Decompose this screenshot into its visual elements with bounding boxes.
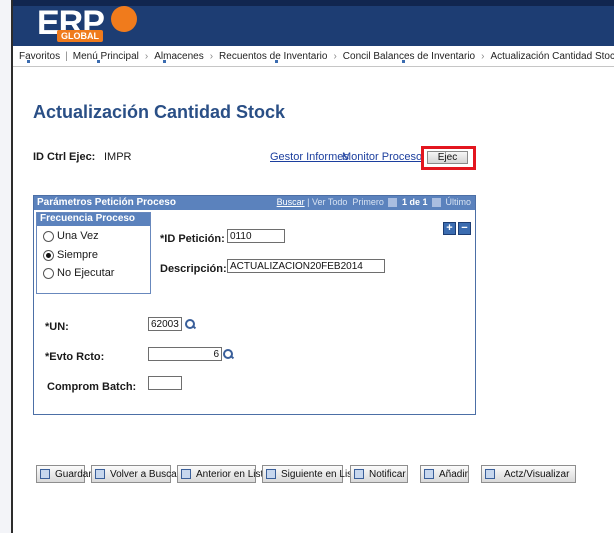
breadcrumb: Favoritos | Menú Principal › Almacenes › Recue… xyxy=(13,46,614,67)
last-arrow-icon[interactable] xyxy=(431,198,441,208)
radio-siempre[interactable] xyxy=(43,250,54,261)
save-icon xyxy=(40,469,50,479)
process-monitor-link[interactable]: Monitor Procesos xyxy=(342,151,428,163)
run-button[interactable]: Ejec xyxy=(427,151,468,164)
arrow-up-icon xyxy=(181,469,191,479)
globe-icon xyxy=(111,6,137,32)
find-link[interactable]: Buscar xyxy=(277,197,305,207)
request-id-label: *ID Petición: xyxy=(160,233,225,245)
breadcrumb-current: Actualización Cantidad Stock xyxy=(490,51,614,62)
breadcrumb-recuentos[interactable]: Recuentos de Inventario xyxy=(219,51,327,62)
radio-una-vez[interactable] xyxy=(43,231,54,242)
first-arrow-icon[interactable] xyxy=(388,198,398,208)
search-icon[interactable] xyxy=(223,349,235,360)
view-all-link[interactable]: Ver Todo xyxy=(312,197,347,207)
page-title: Actualización Cantidad Stock xyxy=(33,102,286,122)
radio-label-no-ejecutar: No Ejecutar xyxy=(57,267,115,279)
last-link[interactable]: Último xyxy=(445,197,471,207)
breadcrumb-favoritos[interactable]: Favoritos xyxy=(19,51,60,62)
next-in-list-button[interactable]: Siguiente en Lista xyxy=(262,465,361,483)
frequency-group: Frecuencia Proceso Una Vez Siempre No Ej… xyxy=(36,212,151,294)
breadcrumb-menu-principal[interactable]: Menú Principal xyxy=(73,51,139,62)
batch-input[interactable] xyxy=(148,376,182,390)
delete-row-button[interactable]: − xyxy=(458,222,471,235)
chevron-right-icon: › xyxy=(333,51,337,62)
chevron-right-icon: › xyxy=(209,51,214,62)
app-header: ERP GLOBAL xyxy=(13,0,614,46)
panel-title: Parámetros Petición Proceso xyxy=(37,197,176,208)
add-icon xyxy=(424,469,434,479)
previous-in-list-button[interactable]: Anterior en Lista xyxy=(177,465,269,483)
row-count: 1 de 1 xyxy=(401,197,428,207)
chevron-right-icon: › xyxy=(144,51,149,62)
breadcrumb-almacenes[interactable]: Almacenes xyxy=(154,51,203,62)
arrow-down-icon xyxy=(266,469,276,479)
radio-label-siempre: Siempre xyxy=(57,249,98,261)
frequency-title: Frecuencia Proceso xyxy=(40,213,136,224)
update-display-button[interactable]: Actz/Visualizar xyxy=(481,465,576,483)
event-input[interactable]: 6 xyxy=(148,347,222,361)
search-icon xyxy=(95,469,105,479)
notify-button[interactable]: Notificar xyxy=(350,465,408,483)
update-display-icon xyxy=(485,469,495,479)
erp-global-logo: ERP GLOBAL xyxy=(37,4,147,44)
event-label: *Evto Rcto: xyxy=(45,351,105,363)
chevron-right-icon: › xyxy=(481,51,485,62)
run-button-highlight: Ejec xyxy=(421,146,476,170)
search-icon[interactable] xyxy=(185,319,197,330)
radio-no-ejecutar[interactable] xyxy=(43,268,54,279)
description-input[interactable]: ACTUALIZACION20FEB2014 xyxy=(227,259,385,273)
add-row-button[interactable]: + xyxy=(443,222,456,235)
left-edge xyxy=(0,0,13,533)
save-button[interactable]: Guardar xyxy=(36,465,92,483)
run-control-value: IMPR xyxy=(104,151,132,163)
first-link[interactable]: Primero xyxy=(352,197,384,207)
radio-label-una-vez: Una Vez xyxy=(57,230,99,242)
report-manager-link[interactable]: Gestor Informes xyxy=(270,151,349,163)
add-button[interactable]: Añadir xyxy=(420,465,469,483)
notify-icon xyxy=(354,469,364,479)
un-label: *UN: xyxy=(45,321,69,333)
un-input[interactable]: 62003 xyxy=(148,317,182,331)
return-to-search-button[interactable]: Volver a Buscar xyxy=(91,465,180,483)
description-label: Descripción: xyxy=(160,263,227,275)
request-id-input[interactable]: 0110 xyxy=(227,229,285,243)
breadcrumb-concil-balances[interactable]: Concil Balances de Inventario xyxy=(343,51,475,62)
run-control-label: ID Ctrl Ejec: xyxy=(33,151,96,163)
batch-label: Comprom Batch: xyxy=(47,381,137,393)
panel-navigation: Buscar | Ver Todo Primero 1 de 1 Último xyxy=(276,197,471,208)
